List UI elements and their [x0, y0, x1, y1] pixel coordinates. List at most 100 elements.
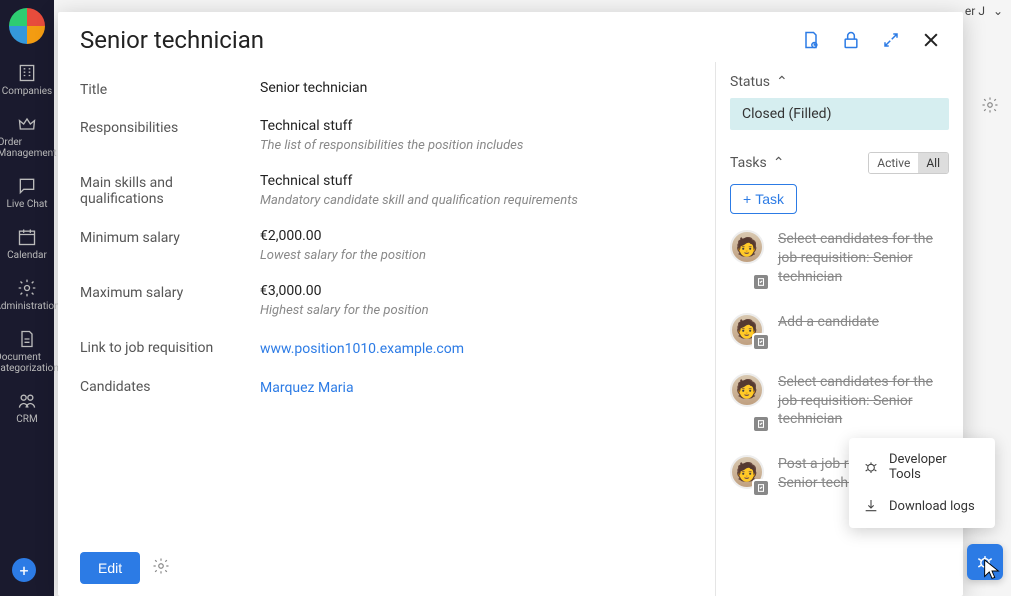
expand-icon[interactable]: [881, 30, 901, 50]
details-panel: Title Senior technician Responsibilities…: [58, 62, 715, 596]
sidebar-item-live-chat[interactable]: Live Chat: [0, 169, 54, 216]
menu-label: Developer Tools: [889, 452, 981, 482]
field-label: Link to job requisition: [80, 338, 260, 356]
field-value: €2,000.00: [260, 228, 693, 244]
filter-all[interactable]: All: [918, 153, 948, 173]
avatar: 🧑: [730, 455, 768, 493]
menu-label: Download logs: [889, 499, 975, 514]
field-help: Mandatory candidate skill and qualificat…: [260, 193, 693, 208]
chat-icon: [16, 175, 38, 197]
field-title: Title Senior technician: [80, 70, 693, 108]
plus-icon: +: [743, 191, 751, 207]
user-name: er J: [965, 4, 985, 18]
field-value: Senior technician: [260, 80, 693, 96]
field-minimum-salary: Minimum salary €2,000.00 Lowest salary f…: [80, 218, 693, 273]
sidebar-item-label: CRM: [16, 414, 37, 425]
settings-icon[interactable]: [981, 96, 999, 118]
field-skills: Main skills and qualifications Technical…: [80, 163, 693, 218]
download-icon: [863, 498, 879, 514]
task-title: Select candidates for the job requisitio…: [778, 373, 949, 430]
field-value: Technical stuff: [260, 173, 693, 189]
field-label: Responsibilities: [80, 118, 260, 136]
sidebar-item-label: Companies: [2, 86, 52, 97]
field-link: Link to job requisition www.position1010…: [80, 328, 693, 367]
modal-header-actions: [801, 30, 941, 50]
field-label: Minimum salary: [80, 228, 260, 246]
add-task-label: Task: [755, 191, 784, 207]
add-task-button[interactable]: + Task: [730, 184, 797, 214]
edit-button[interactable]: Edit: [80, 552, 140, 584]
crown-icon: [16, 113, 38, 135]
job-requisition-modal: Senior technician Title Senior technicia…: [58, 12, 963, 596]
avatar: 🧑: [730, 313, 768, 347]
task-filter-toggle: Active All: [868, 152, 949, 174]
field-help: Highest salary for the position: [260, 303, 693, 318]
gear-icon: [16, 277, 38, 299]
chevron-up-icon: ⌃: [776, 74, 788, 90]
debug-fab[interactable]: [967, 544, 1003, 580]
modal-footer: Edit: [80, 536, 693, 584]
bug-icon: [863, 459, 879, 475]
chevron-down-icon: ⌄: [993, 4, 1003, 18]
clipboard-icon: [752, 479, 770, 497]
app-sidebar: Companies Order Management Live Chat Cal…: [0, 0, 54, 596]
tasks-label: Tasks: [730, 155, 767, 171]
sidebar-item-crm[interactable]: CRM: [0, 384, 54, 431]
field-label: Title: [80, 80, 260, 98]
task-title: Add a candidate: [778, 313, 879, 347]
clipboard-icon: [752, 273, 770, 291]
context-menu: Developer Tools Download logs: [849, 438, 995, 528]
candidate-link[interactable]: Marquez Maria: [260, 380, 354, 396]
field-help: The list of responsibilities the positio…: [260, 138, 693, 153]
sidebar-item-calendar[interactable]: Calendar: [0, 220, 54, 267]
modal-title: Senior technician: [80, 26, 801, 54]
clipboard-icon: [752, 333, 770, 351]
field-value: Technical stuff: [260, 118, 693, 134]
field-candidates: Candidates Marquez Maria: [80, 367, 693, 406]
sidebar-item-administration[interactable]: Administration: [0, 271, 54, 318]
requisition-link[interactable]: www.position1010.example.com: [260, 341, 464, 357]
field-label: Maximum salary: [80, 283, 260, 301]
sidebar-item-order-management[interactable]: Order Management: [0, 107, 54, 165]
sidebar-item-label: Live Chat: [6, 199, 47, 210]
status-badge[interactable]: Closed (Filled): [730, 98, 949, 130]
field-responsibilities: Responsibilities Technical stuff The lis…: [80, 108, 693, 163]
filter-active[interactable]: Active: [869, 153, 918, 173]
field-maximum-salary: Maximum salary €3,000.00 Highest salary …: [80, 273, 693, 328]
field-help: Lowest salary for the position: [260, 248, 693, 263]
field-value: €3,000.00: [260, 283, 693, 299]
sidebar-item-label: Calendar: [7, 250, 47, 261]
menu-developer-tools[interactable]: Developer Tools: [849, 444, 995, 490]
task-item[interactable]: 🧑 Add a candidate: [730, 313, 949, 347]
sidebar-add-button[interactable]: +: [12, 558, 36, 582]
building-icon: [16, 62, 38, 84]
close-icon[interactable]: [921, 30, 941, 50]
settings-icon[interactable]: [152, 557, 170, 579]
calendar-icon: [16, 226, 38, 248]
report-icon[interactable]: [801, 30, 821, 50]
status-section-head[interactable]: Status ⌃: [730, 74, 949, 90]
sidebar-item-label: Order Management: [0, 137, 56, 159]
chevron-up-icon: ⌃: [773, 155, 785, 171]
field-label: Candidates: [80, 377, 260, 395]
field-label: Main skills and qualifications: [80, 173, 260, 207]
modal-header: Senior technician: [58, 12, 963, 62]
app-logo: [9, 8, 45, 44]
status-label: Status: [730, 74, 770, 90]
menu-download-logs[interactable]: Download logs: [849, 490, 995, 522]
avatar: 🧑: [730, 373, 768, 430]
people-icon: [16, 390, 38, 412]
doc-icon: [16, 328, 38, 350]
task-item[interactable]: 🧑 Select candidates for the job requisit…: [730, 373, 949, 430]
task-item[interactable]: 🧑 Select candidates for the job requisit…: [730, 230, 949, 287]
task-title: Select candidates for the job requisitio…: [778, 230, 949, 287]
sidebar-item-document-categorization[interactable]: Document categorization: [0, 322, 54, 380]
lock-icon[interactable]: [841, 30, 861, 50]
sidebar-item-label: Administration: [0, 301, 60, 312]
avatar: 🧑: [730, 230, 768, 287]
user-menu[interactable]: er J ⌄: [965, 4, 1003, 18]
clipboard-icon: [752, 415, 770, 433]
sidebar-item-companies[interactable]: Companies: [0, 56, 54, 103]
sidebar-item-label: Document categorization: [0, 352, 59, 374]
tasks-section-head[interactable]: Tasks ⌃: [730, 155, 784, 171]
